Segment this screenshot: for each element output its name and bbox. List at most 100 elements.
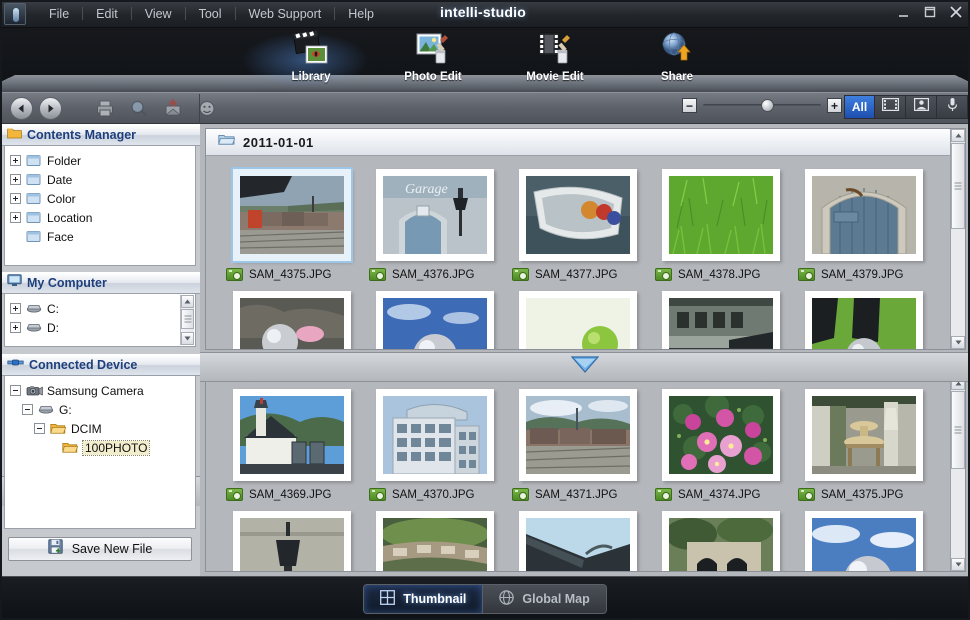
library-node-icon <box>26 173 42 187</box>
maximize-icon[interactable] <box>922 4 938 20</box>
thumbnail-item[interactable] <box>792 291 935 349</box>
thumbnail-item[interactable] <box>220 291 363 349</box>
tree-item-folder[interactable]: Folder <box>5 151 195 170</box>
expander-plus-icon[interactable] <box>10 322 21 333</box>
menu-item-web-support[interactable]: Web Support <box>236 0 335 28</box>
thumbnail-item[interactable] <box>649 291 792 349</box>
scroll-up-icon[interactable] <box>181 295 194 308</box>
menu-item-tool[interactable]: Tool <box>186 0 235 28</box>
menu-item-file[interactable]: File <box>36 0 82 28</box>
thumbnail-filename: SAM_4379.JPG <box>821 268 904 281</box>
filter-all-button[interactable]: All <box>844 95 875 119</box>
thumbnail-item[interactable]: SAM_4375.JPG <box>220 167 363 281</box>
mode-movie-edit[interactable]: Movie Edit <box>494 28 616 92</box>
thumbnail-caption: SAM_4374.JPG <box>649 488 792 501</box>
expander-minus-icon[interactable] <box>34 423 45 434</box>
menu-item-help[interactable]: Help <box>335 0 387 28</box>
collapse-down-icon[interactable] <box>570 356 600 378</box>
scrollbar-grip <box>954 182 962 190</box>
expander-plus-icon[interactable] <box>10 303 21 314</box>
expander-plus-icon[interactable] <box>10 174 21 185</box>
filter-video-button[interactable] <box>875 95 906 119</box>
scroll-down-icon[interactable] <box>951 558 965 571</box>
thumbnail-item[interactable] <box>506 511 649 571</box>
tree-label: Date <box>47 172 73 187</box>
tree-item-color[interactable]: Color <box>5 189 195 208</box>
tree-item-samsung-camera[interactable]: Samsung Camera <box>5 381 195 400</box>
search-icon[interactable] <box>126 96 152 120</box>
thumbnail-item[interactable] <box>792 511 935 571</box>
thumbnail-item[interactable]: SAM_4378.JPG <box>649 169 792 281</box>
expander-plus-icon[interactable] <box>10 212 21 223</box>
global-map-view-button[interactable]: Global Map <box>482 584 606 613</box>
thumbnail-item[interactable]: SAM_4379.JPG <box>792 169 935 281</box>
scrollbar-thumb[interactable] <box>951 143 965 229</box>
tree-item-face[interactable]: Face <box>5 227 195 246</box>
connected-device-header[interactable]: Connected Device <box>0 354 200 376</box>
thumbnail-item[interactable]: Garage SAM_4376.JPG <box>363 169 506 281</box>
zoom-out-button[interactable]: − <box>682 98 697 113</box>
forward-button[interactable] <box>39 96 62 120</box>
expander-plus-icon[interactable] <box>10 193 21 204</box>
expander-plus-icon[interactable] <box>10 155 21 166</box>
thumbnail-item[interactable] <box>220 511 363 571</box>
thumbnail-view-button[interactable]: Thumbnail <box>364 584 483 613</box>
tree-item-100photo[interactable]: 100PHOTO <box>5 438 195 457</box>
menu-item-edit[interactable]: Edit <box>83 0 131 28</box>
menu-item-view[interactable]: View <box>132 0 185 28</box>
tree-item-dcim[interactable]: DCIM <box>5 419 195 438</box>
thumbnail-item[interactable]: SAM_4369.JPG <box>220 389 363 501</box>
thumbnail-item[interactable] <box>363 291 506 349</box>
mode-share[interactable]: Share <box>616 28 738 92</box>
thumbnail-item[interactable]: SAM_4377.JPG <box>506 169 649 281</box>
print-icon[interactable] <box>92 96 118 120</box>
contents-manager-title: Contents Manager <box>27 128 137 142</box>
scrollbar-thumb[interactable] <box>951 391 965 469</box>
top-pane-scrollbar[interactable] <box>950 129 965 349</box>
mode-photo-edit[interactable]: Photo Edit <box>372 28 494 92</box>
tree-item-drive-d[interactable]: D: <box>5 318 195 337</box>
expander-minus-icon[interactable] <box>22 404 33 415</box>
my-computer-scrollbar[interactable] <box>180 295 194 345</box>
scroll-down-icon[interactable] <box>951 336 965 349</box>
thumbnail-item[interactable]: SAM_4371.JPG <box>506 389 649 501</box>
zoom-slider[interactable] <box>703 98 821 113</box>
thumbnail-frame <box>804 169 923 261</box>
filter-photo-button[interactable] <box>906 95 937 119</box>
my-computer-header[interactable]: My Computer <box>0 272 200 294</box>
thumbnail-item[interactable]: SAM_4370.JPG <box>363 389 506 501</box>
tree-item-drive-g[interactable]: G: <box>5 400 195 419</box>
add-to-album-icon[interactable] <box>160 96 186 120</box>
filter-voice-button[interactable] <box>937 95 968 119</box>
mode-library[interactable]: Library <box>250 28 372 92</box>
thumbnail-item[interactable] <box>649 511 792 571</box>
contents-manager-header[interactable]: Contents Manager <box>0 124 200 146</box>
tree-item-drive-c[interactable]: C: <box>5 299 195 318</box>
thumbnail-item[interactable]: SAM_4375.JPG <box>792 389 935 501</box>
bottom-pane-scrollbar[interactable] <box>950 377 965 571</box>
save-new-file-button[interactable]: Save New File <box>8 537 192 561</box>
expander-minus-icon[interactable] <box>10 385 21 396</box>
minimize-icon[interactable] <box>896 4 912 20</box>
scrollbar-thumb[interactable] <box>181 309 194 329</box>
drive-icon <box>38 403 54 417</box>
face-icon[interactable] <box>194 96 220 120</box>
drive-icon <box>26 302 42 316</box>
thumbnail-item[interactable]: SAM_4374.JPG <box>649 389 792 501</box>
global-map-view-label: Global Map <box>522 591 590 606</box>
pane-splitter[interactable] <box>200 352 970 382</box>
tree-item-date[interactable]: Date <box>5 170 195 189</box>
thumbnail-item[interactable] <box>363 511 506 571</box>
folder-open-icon <box>218 133 236 151</box>
scroll-up-icon[interactable] <box>951 129 965 142</box>
zoom-in-button[interactable]: + <box>827 98 842 113</box>
tree-item-location[interactable]: Location <box>5 208 195 227</box>
thumbnail-item[interactable] <box>506 291 649 349</box>
close-icon[interactable] <box>948 4 964 20</box>
thumbnail-caption: SAM_4371.JPG <box>506 488 649 501</box>
back-button[interactable] <box>10 96 33 120</box>
left-sidebar: Contents Manager Folder Date Color Locat… <box>0 124 200 576</box>
scroll-down-icon[interactable] <box>181 332 194 345</box>
thumbnail-image-garage: Garage <box>382 176 487 254</box>
zoom-slider-handle[interactable] <box>761 99 774 112</box>
